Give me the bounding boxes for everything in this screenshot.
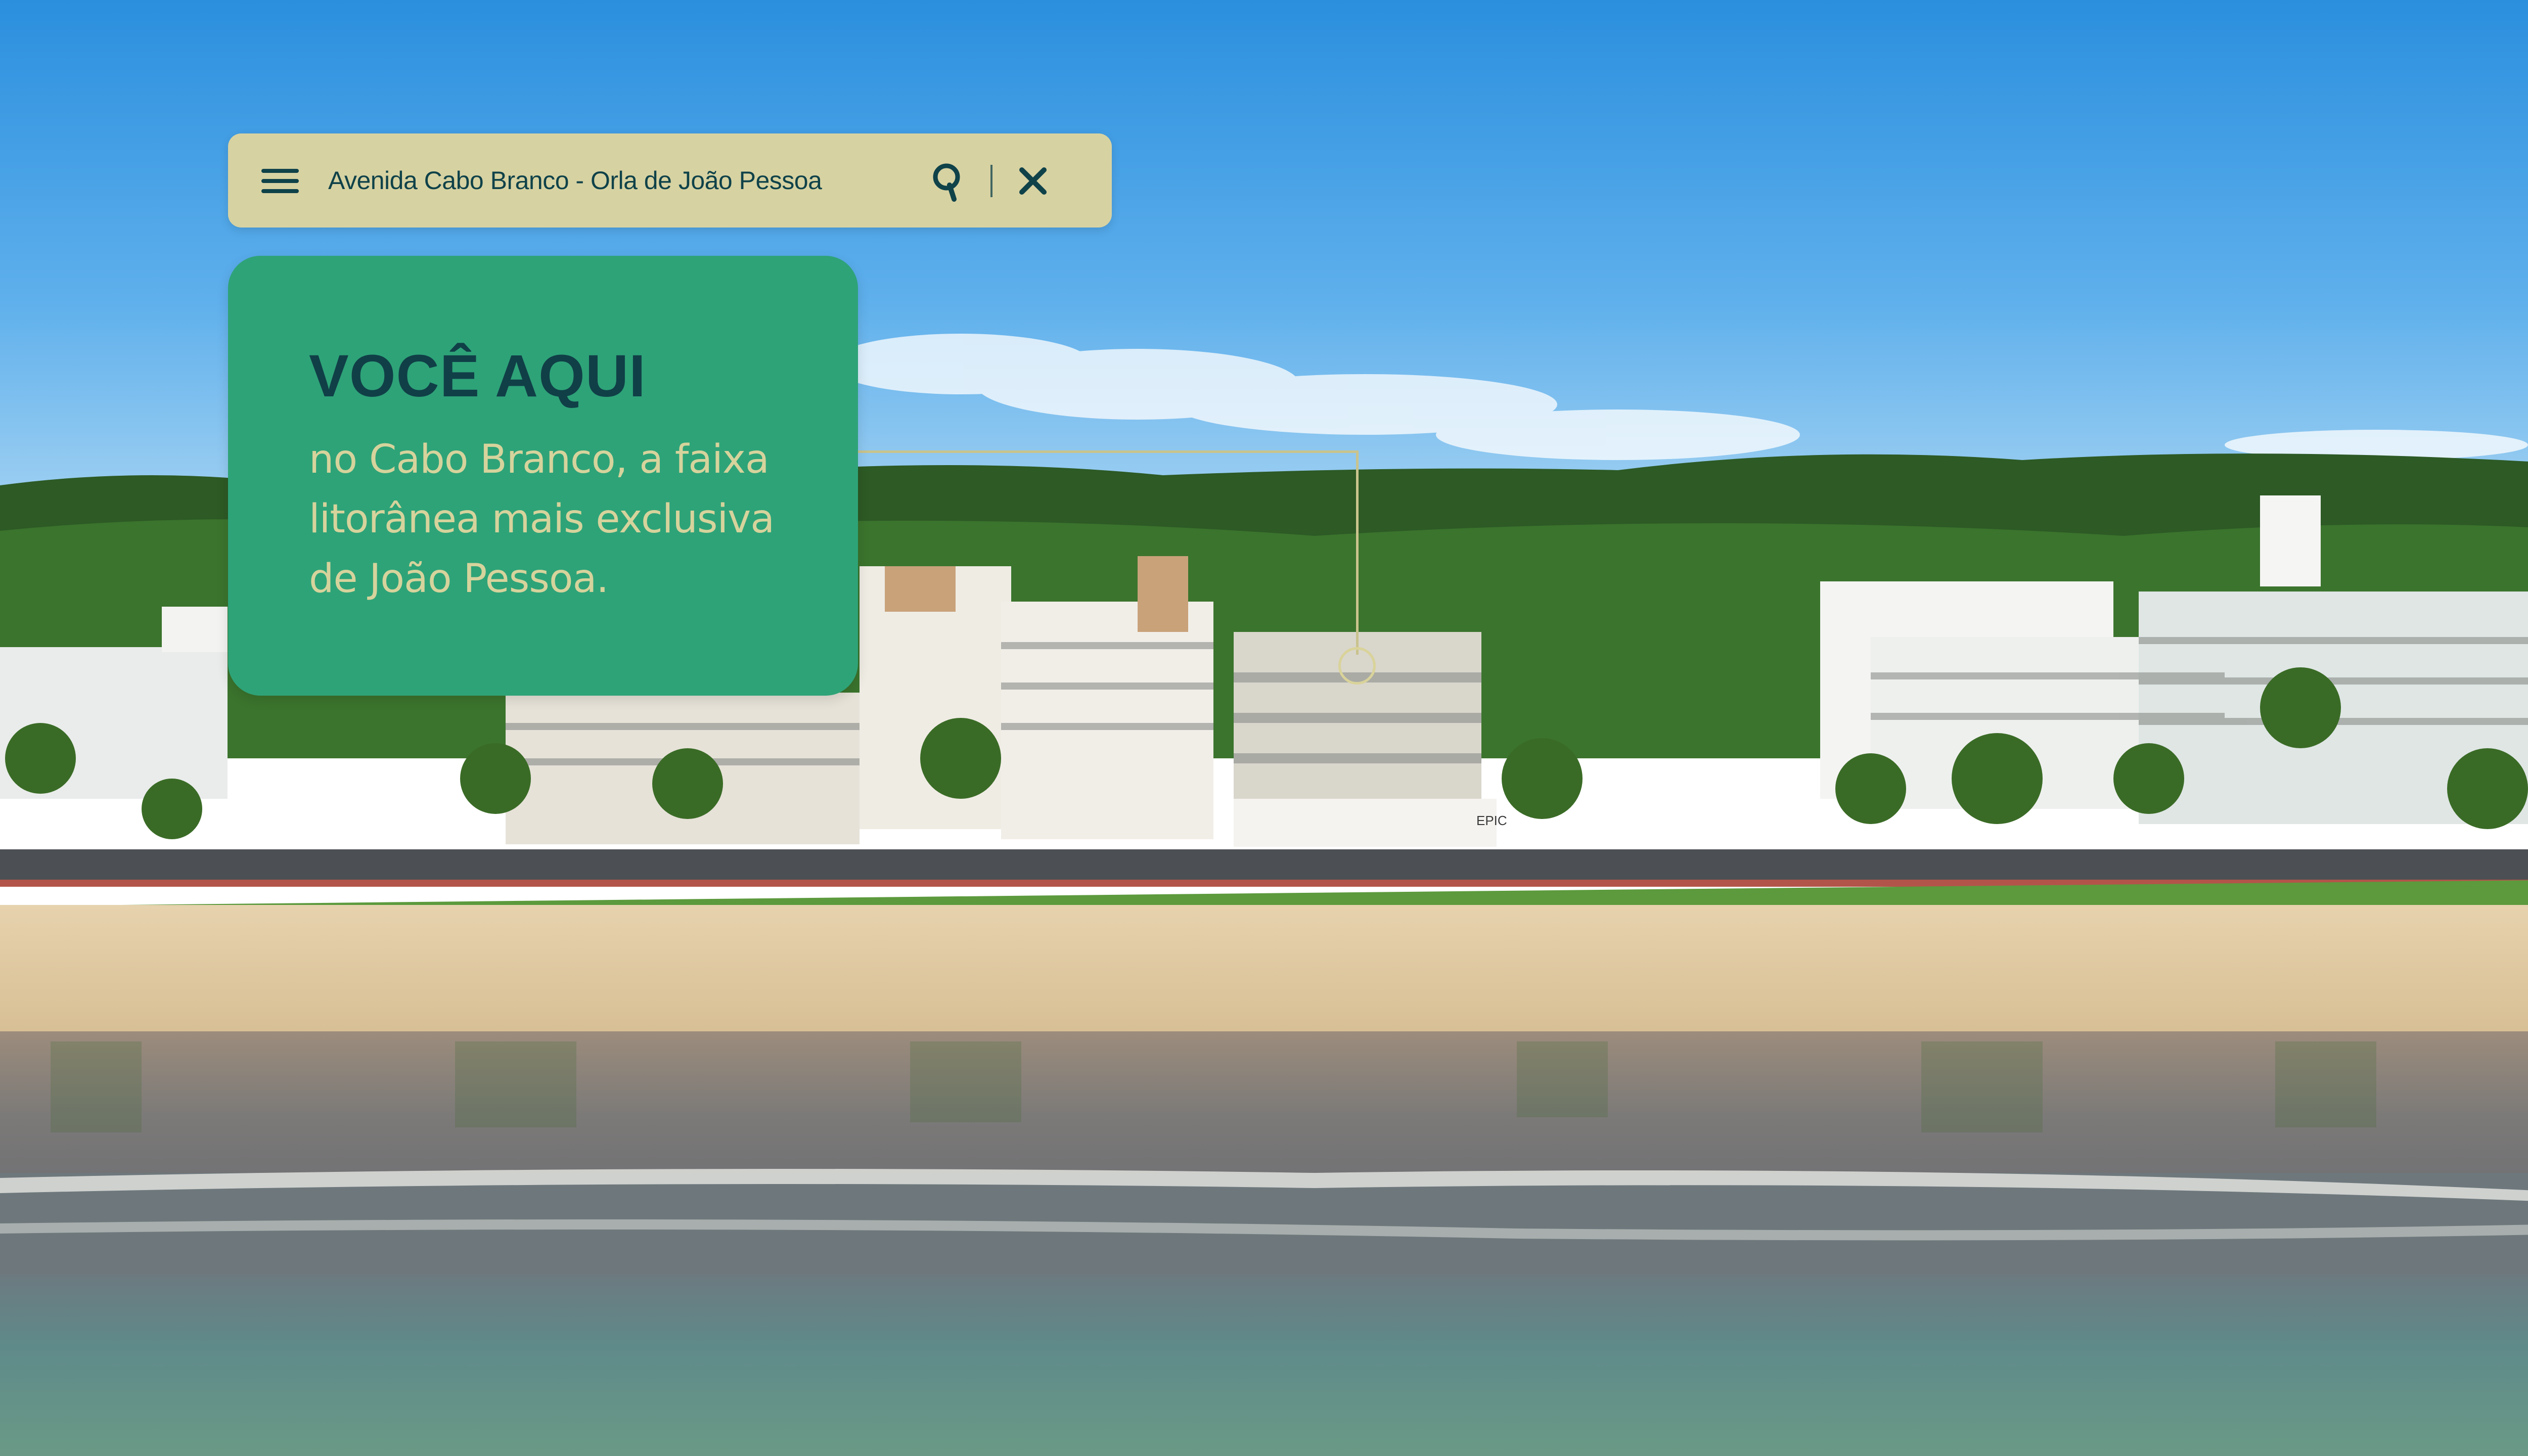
card-title: VOCÊ AQUI [309,343,646,410]
you-are-here-card: VOCÊ AQUI no Cabo Branco, a faixa litorâ… [228,256,858,696]
close-icon[interactable] [1017,165,1049,197]
address-text[interactable]: Avenida Cabo Branco - Orla de João Pesso… [328,133,822,228]
sea [0,1274,2528,1456]
locator-line [858,450,1359,453]
address-search-bar[interactable]: Avenida Cabo Branco - Orla de João Pesso… [228,133,1112,228]
building-sign: EPIC [1476,813,1507,828]
separator [990,165,992,197]
hamburger-menu-icon[interactable] [261,168,299,194]
locator-line-vertical [1356,450,1359,655]
location-ring-icon [1338,647,1376,685]
search-icon[interactable] [930,162,965,202]
sand [0,905,2528,1031]
card-description: no Cabo Branco, a faixa litorânea mais e… [309,437,775,602]
road [0,849,2528,880]
